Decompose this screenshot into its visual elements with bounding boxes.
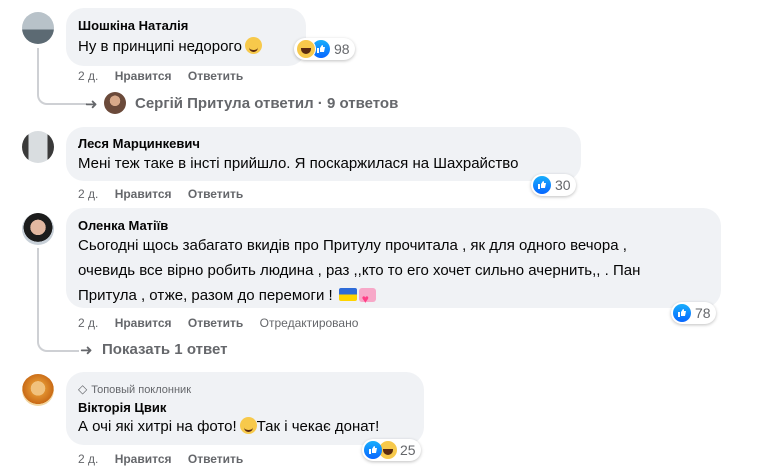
reaction-count: 78 [695,305,711,321]
comment-actions: 2 д. Нравится Ответить [78,187,256,201]
reply-count: 9 ответов [326,95,399,112]
like-icon [364,441,382,459]
chevron-right-icon: ➜ [80,342,93,359]
comment-author[interactable]: Леся Марцинкевич [78,136,200,151]
reaction-count: 98 [334,41,350,57]
reply-button[interactable]: Ответить [188,452,243,466]
reaction-summary[interactable]: 78 [671,302,716,324]
reply-action: ответил [254,95,314,112]
like-button[interactable]: Нравится [115,187,172,201]
comment-actions: 2 д. Нравится Ответить [78,69,256,83]
grinning-emoji-icon [244,37,262,54]
comment-time[interactable]: 2 д. [78,452,98,466]
ukraine-flag-icon [338,288,357,301]
thread-connector [37,248,79,352]
reaction-count: 30 [555,177,571,193]
reply-button[interactable]: Ответить [188,316,243,330]
avatar[interactable] [22,12,54,44]
comment-text-line: Сьогодні щось забагато вкидів про Притул… [78,237,627,254]
like-icon [673,304,691,322]
comment-author[interactable]: Шошкіна Наталія [78,18,188,33]
heart-icon [358,286,376,312]
comment-text-line: очевидь все вірно робить людина , раз ,,… [78,262,641,279]
like-button[interactable]: Нравится [115,316,172,330]
comment-text: Ну в принципі недорого [78,34,262,60]
comment-text: Мені теж таке в інсті прийшло. Я поскарж… [78,155,519,172]
comment-actions: 2 д. Нравится Ответить Отредактировано [78,316,371,330]
comment-time[interactable]: 2 д. [78,187,98,201]
comment-author[interactable]: Вікторія Цвик [78,400,166,415]
avatar[interactable] [22,131,54,163]
like-button[interactable]: Нравится [115,69,172,83]
reaction-summary[interactable]: 30 [531,174,576,196]
diamond-icon: ◇ [78,382,88,396]
show-replies-link[interactable]: Показать 1 ответ [102,341,227,358]
comment-author[interactable]: Оленка Матіїв [78,218,168,233]
grinning-emoji-icon [239,417,257,434]
badge-label: Топовый поклонник [91,384,192,396]
reply-button[interactable]: Ответить [188,69,243,83]
avatar[interactable] [22,374,54,406]
like-button[interactable]: Нравится [115,452,172,466]
view-replies-link[interactable]: Сергій Притула ответил · 9 ответов [135,95,398,112]
top-fan-badge: ◇ Топовый поклонник [78,382,191,396]
avatar[interactable] [104,92,126,114]
reaction-summary[interactable]: 25 [362,439,421,461]
haha-icon [296,39,316,59]
like-icon [533,176,551,194]
reply-button[interactable]: Ответить [188,187,243,201]
chevron-right-icon: ➜ [85,96,98,113]
comment-text-line: Притула , отже, разом до перемоги ! [78,283,376,312]
comment-actions: 2 д. Нравится Ответить [78,452,256,466]
avatar[interactable] [22,213,54,245]
edited-label: Отредактировано [259,316,359,330]
comment-text: А очі які хитрі на фото! Так і чекає дона… [78,417,380,435]
comment-time[interactable]: 2 д. [78,316,98,330]
reaction-summary[interactable]: 98 [294,38,355,60]
thread-connector [37,48,87,105]
reaction-count: 25 [400,442,416,458]
reply-author: Сергій Притула [135,95,251,112]
separator: · [317,95,323,112]
